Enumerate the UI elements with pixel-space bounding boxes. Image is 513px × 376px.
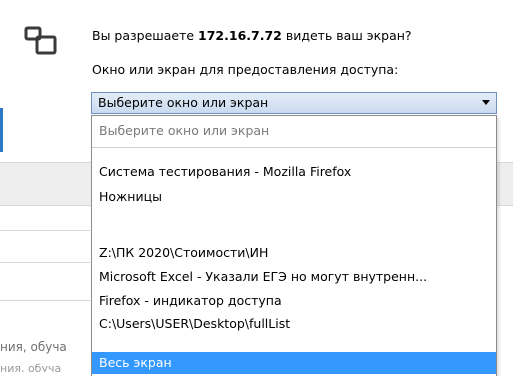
question-suffix: видеть ваш экран? (285, 28, 412, 43)
screen: ния, обуча ния, обуча Вы разрешаете 172.… (0, 0, 513, 376)
background-divider (0, 300, 90, 301)
background-divider (0, 230, 90, 231)
dropdown-option[interactable]: Ножницы (92, 186, 496, 208)
host-address: 172.16.7.72 (198, 28, 282, 43)
window-select-value: Выберите окно или экран (98, 95, 269, 110)
window-select[interactable]: Выберите окно или экран (91, 92, 497, 114)
question-prefix: Вы разрешаете (92, 28, 195, 43)
window-select-dropdown: Выберите окно или экран Система тестиров… (91, 115, 497, 376)
background-divider (0, 262, 90, 263)
window-select-label: Окно или экран для предоставления доступ… (92, 62, 399, 77)
dropdown-option[interactable]: Z:\ПК 2020\Стоимости\ИН (92, 242, 496, 264)
dropdown-option[interactable]: C:\Users\USER\Desktop\fullList (92, 313, 496, 335)
dropdown-placeholder-option[interactable]: Выберите окно или экран (92, 120, 496, 142)
chevron-down-icon[interactable] (482, 100, 490, 105)
dropdown-separator (92, 147, 496, 148)
dropdown-option-selected[interactable]: Весь экран (92, 352, 496, 374)
dropdown-option[interactable]: Firefox - индикатор доступа (92, 290, 496, 312)
dropdown-option[interactable]: Microsoft Excel - Указали ЕГЭ но могут в… (92, 266, 496, 288)
screen-share-icon (24, 26, 57, 55)
dropdown-option[interactable]: Система тестирования - Mozilla Firefox (92, 161, 496, 183)
background-text: ния, обуча (0, 340, 67, 354)
share-question: Вы разрешаете 172.16.7.72 видеть ваш экр… (92, 28, 412, 43)
background-accent-bar (0, 108, 3, 152)
background-text-faded: ния, обуча (0, 362, 62, 372)
